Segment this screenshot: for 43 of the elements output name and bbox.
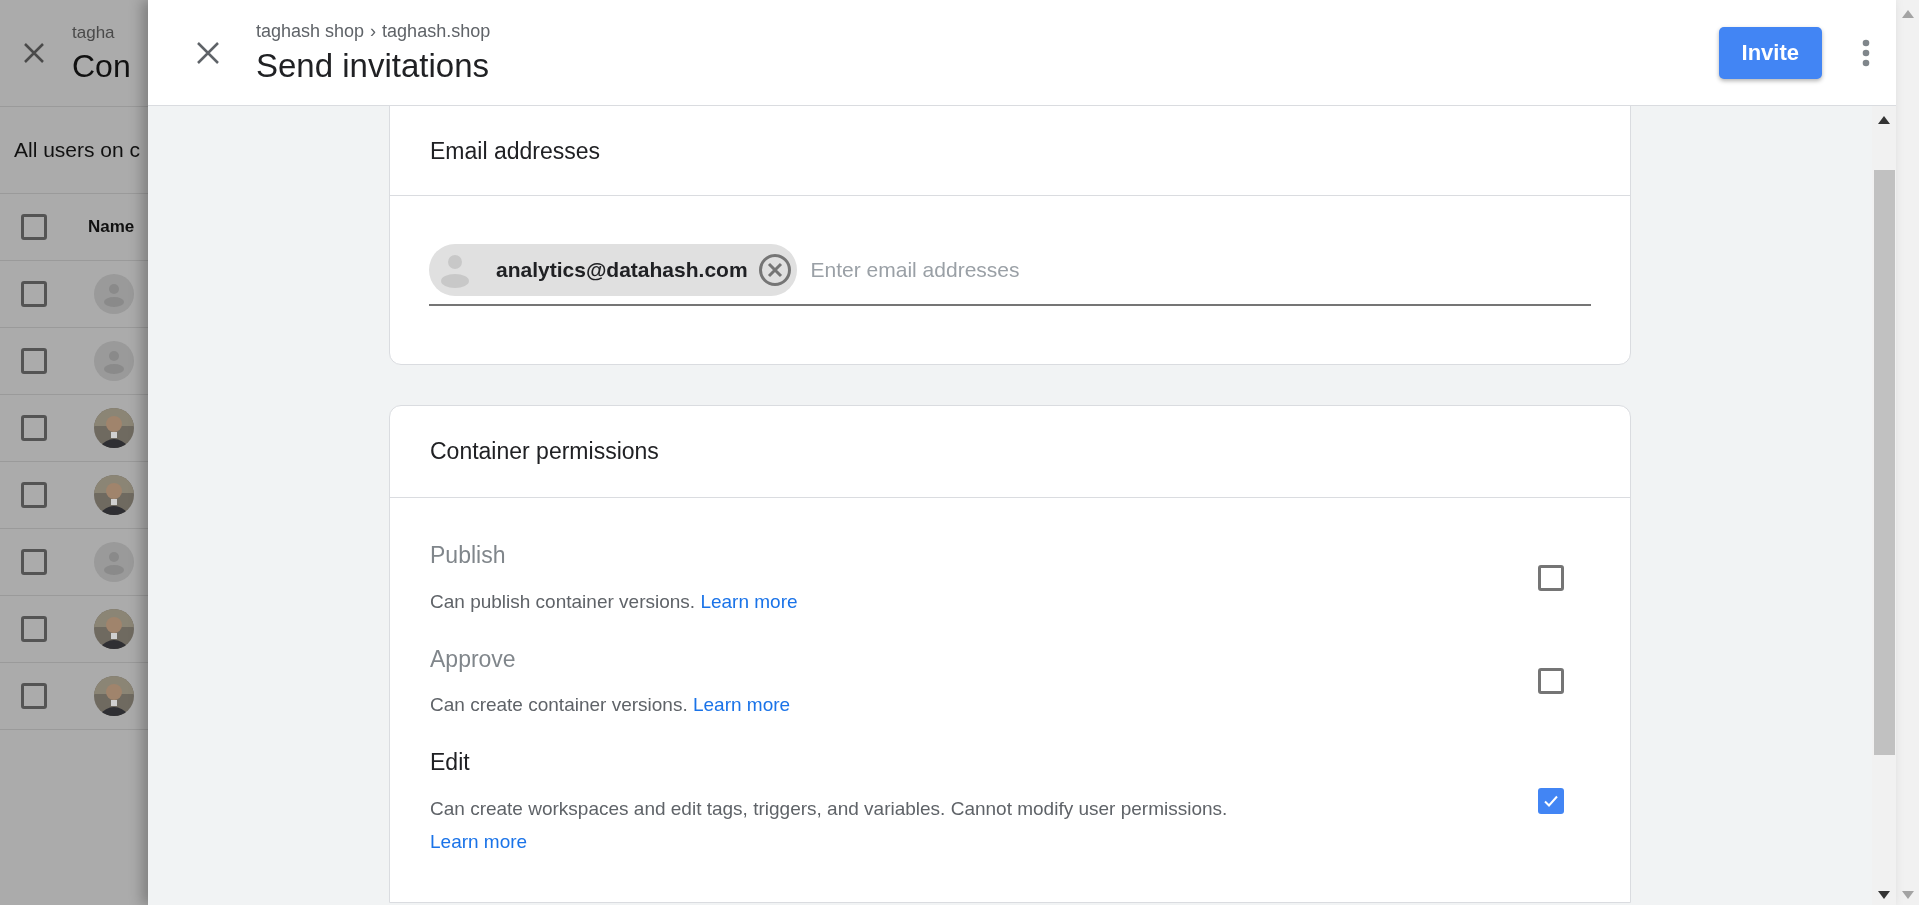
- checkbox[interactable]: [21, 214, 47, 240]
- permission-description: Can create container versions. Learn more: [430, 693, 792, 717]
- email-input[interactable]: Enter email addresses: [810, 254, 1591, 286]
- card-title: Container permissions: [430, 437, 659, 467]
- avatar-icon: [94, 274, 134, 314]
- scroll-up-icon[interactable]: [1878, 116, 1890, 124]
- person-icon: [439, 252, 471, 288]
- scrollbar-thumb[interactable]: [1873, 170, 1895, 755]
- learn-more-link[interactable]: Learn more: [430, 830, 528, 852]
- permission-name: Publish: [430, 541, 507, 570]
- checkbox[interactable]: [21, 415, 47, 441]
- permission-name: Approve: [430, 644, 517, 674]
- separator: ›: [370, 20, 377, 44]
- scrollbar[interactable]: [1872, 106, 1896, 905]
- dialog-title: Send invitations: [256, 46, 490, 87]
- page-title: Con: [72, 46, 131, 86]
- remove-icon[interactable]: [757, 253, 792, 287]
- column-header: Name: [88, 216, 135, 239]
- invite-button[interactable]: Invite: [1718, 26, 1822, 79]
- more-icon[interactable]: [1862, 38, 1870, 67]
- permission-name: Edit: [430, 748, 471, 777]
- avatar-icon: [94, 542, 134, 582]
- checkbox[interactable]: [1538, 788, 1564, 815]
- close-icon[interactable]: [23, 42, 45, 64]
- checkbox[interactable]: [21, 616, 47, 642]
- email-field[interactable]: analytics@datahash.com Enter email addresses: [429, 244, 1591, 306]
- breadcrumb-link[interactable]: taghash shop: [256, 18, 365, 46]
- section-title: All users on c: [14, 137, 141, 164]
- permission-description: Can create workspaces and edit tags, triggers, and variables. Cannot modify user permissions. Learn more: [430, 796, 1229, 854]
- scroll-down-icon[interactable]: [1878, 891, 1890, 899]
- checkbox[interactable]: [21, 348, 47, 374]
- avatar-icon: [94, 341, 134, 381]
- breadcrumb-link[interactable]: taghash.shop: [382, 18, 491, 46]
- close-icon[interactable]: [196, 40, 220, 65]
- chip-label: analytics@datahash.com: [496, 257, 748, 284]
- card-title: Email addresses: [430, 136, 601, 166]
- checkbox[interactable]: [21, 482, 47, 508]
- checkbox[interactable]: [21, 683, 47, 709]
- checkbox[interactable]: [21, 549, 47, 575]
- permission-description: Can publish container versions. Learn more: [430, 589, 799, 614]
- checkbox[interactable]: [21, 281, 47, 307]
- email-chip[interactable]: analytics@datahash.com: [429, 244, 797, 296]
- breadcrumb: tagha: [72, 22, 116, 45]
